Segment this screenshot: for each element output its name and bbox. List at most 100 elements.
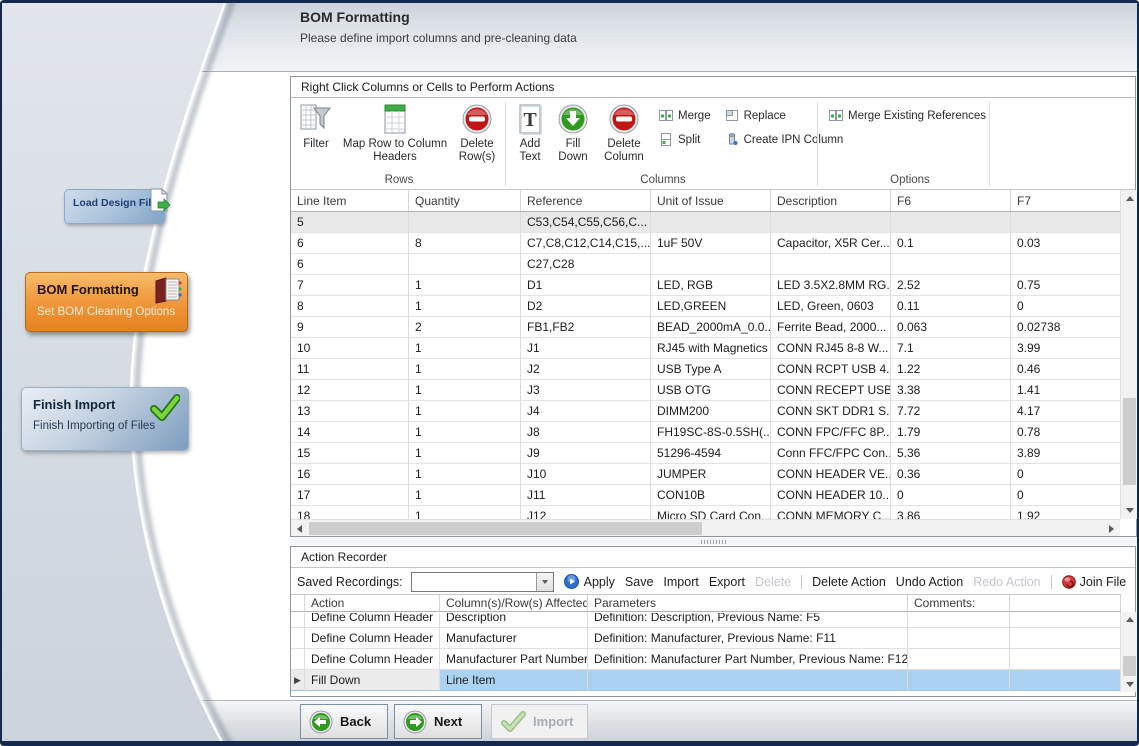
table-row[interactable]: 141J8FH19SC-8S-0.5SH(...CONN FPC/FFC 8P.… xyxy=(291,422,1121,443)
column-header[interactable]: Column(s)/Row(s) Affected xyxy=(440,595,588,611)
save-recording-button[interactable]: Save xyxy=(625,575,654,589)
action-cell[interactable] xyxy=(1010,649,1121,670)
grid-cell[interactable] xyxy=(409,254,521,275)
grid-cell[interactable]: 7 xyxy=(291,275,409,296)
join-file-button[interactable]: Join File xyxy=(1080,575,1127,589)
action-cell[interactable]: Description xyxy=(440,613,588,628)
grid-cell[interactable]: 1.41 xyxy=(1011,380,1121,401)
grid-cell[interactable]: 9 xyxy=(291,317,409,338)
grid-cell[interactable]: J12 xyxy=(521,506,651,519)
grid-cell[interactable]: 51296-4594 xyxy=(651,443,771,464)
grid-cell[interactable]: 0.46 xyxy=(1011,359,1121,380)
grid-cell[interactable]: USB OTG xyxy=(651,380,771,401)
grid-cell[interactable]: 4.17 xyxy=(1011,401,1121,422)
grid-cell[interactable] xyxy=(651,254,771,275)
grid-cell[interactable]: Micro SD Card Con... xyxy=(651,506,771,519)
action-cell[interactable]: Definition: Manufacturer, Previous Name:… xyxy=(588,628,908,649)
grid-cell[interactable]: 5 xyxy=(291,212,409,233)
table-row[interactable]: 6C27,C28 xyxy=(291,254,1121,275)
delete-rows-button[interactable]: Delete Row(s) xyxy=(454,103,500,164)
apply-button[interactable]: Apply xyxy=(584,575,615,589)
column-header[interactable]: Action xyxy=(305,595,440,611)
grid-cell[interactable]: 11 xyxy=(291,359,409,380)
table-row[interactable]: 171J11CON10BCONN HEADER 10...00 xyxy=(291,485,1121,506)
back-button[interactable]: Back xyxy=(300,704,388,739)
grid-cell[interactable]: 1 xyxy=(409,401,521,422)
delete-recording-button[interactable]: Delete xyxy=(755,575,791,589)
import-button[interactable]: Import xyxy=(491,704,588,739)
row-indicator[interactable] xyxy=(291,628,305,649)
grid-cell[interactable]: 7.72 xyxy=(891,401,1011,422)
grid-cell[interactable]: 2.52 xyxy=(891,275,1011,296)
action-cell[interactable]: Manufacturer Part Number xyxy=(440,649,588,670)
grid-cell[interactable]: 1 xyxy=(409,275,521,296)
grid-cell[interactable]: 1 xyxy=(409,296,521,317)
grid-cell[interactable]: J10 xyxy=(521,464,651,485)
grid-cell[interactable]: Capacitor, X5R Cer... xyxy=(771,233,891,254)
grid-cell[interactable] xyxy=(1011,212,1121,233)
grid-cell[interactable]: 0 xyxy=(891,485,1011,506)
grid-cell[interactable]: 13 xyxy=(291,401,409,422)
grid-cell[interactable]: 7.1 xyxy=(891,338,1011,359)
grid-cell[interactable]: 8 xyxy=(291,296,409,317)
grid-cell[interactable]: CONN RJ45 8-8 W... xyxy=(771,338,891,359)
table-row[interactable]: 71D1LED, RGBLED 3.5X2.8MM RG...2.520.75 xyxy=(291,275,1121,296)
row-indicator[interactable]: ▶ xyxy=(291,670,305,691)
grid-cell[interactable]: 0 xyxy=(1011,485,1121,506)
column-header[interactable]: Comments: xyxy=(908,595,1010,611)
action-cell[interactable] xyxy=(1010,628,1121,649)
grid-cell[interactable]: 1 xyxy=(409,338,521,359)
grid-cell[interactable]: 10 xyxy=(291,338,409,359)
grid-cell[interactable]: FH19SC-8S-0.5SH(... xyxy=(651,422,771,443)
grid-cell[interactable]: 1uF 50V xyxy=(651,233,771,254)
action-cell[interactable]: Fill Down xyxy=(305,670,440,691)
undo-action-button[interactable]: Undo Action xyxy=(896,575,963,589)
grid-cell[interactable] xyxy=(771,212,891,233)
grid-cell[interactable]: 0.36 xyxy=(891,464,1011,485)
grid-cell[interactable]: CONN HEADER VE... xyxy=(771,464,891,485)
action-cell[interactable] xyxy=(908,670,1010,691)
action-cell[interactable] xyxy=(908,613,1010,628)
grid-cell[interactable]: 1 xyxy=(409,359,521,380)
grid-cell[interactable]: 1.92 xyxy=(1011,506,1121,519)
table-row[interactable]: 131J4DIMM200CONN SKT DDR1 S...7.724.17 xyxy=(291,401,1121,422)
grid-cell[interactable]: J1 xyxy=(521,338,651,359)
grid-horizontal-scrollbar[interactable] xyxy=(291,519,1120,536)
grid-cell[interactable]: 6 xyxy=(291,233,409,254)
table-row[interactable]: 111J2USB Type ACONN RCPT USB 4...1.220.4… xyxy=(291,359,1121,380)
grid-cell[interactable]: 0.75 xyxy=(1011,275,1121,296)
split-button[interactable]: Split xyxy=(659,131,711,148)
action-cell[interactable] xyxy=(1010,613,1121,628)
add-text-button[interactable]: T Add Text xyxy=(513,103,547,164)
create-ipn-column-button[interactable]: Create IPN Column xyxy=(725,131,844,148)
sidebar-step-load-design-files[interactable]: Load Design Files xyxy=(64,189,165,224)
grid-cell[interactable]: 0.02738 xyxy=(1011,317,1121,338)
column-header[interactable]: Parameters xyxy=(588,595,908,611)
grid-cell[interactable]: CONN RCPT USB 4... xyxy=(771,359,891,380)
action-cell[interactable]: Manufacturer xyxy=(440,628,588,649)
grid-cell[interactable] xyxy=(891,212,1011,233)
grid-cell[interactable]: 0.11 xyxy=(891,296,1011,317)
grid-cell[interactable] xyxy=(409,212,521,233)
grid-cell[interactable]: C53,C54,C55,C56,C... xyxy=(521,212,651,233)
grid-cell[interactable]: JUMPER xyxy=(651,464,771,485)
grid-cell[interactable]: RJ45 with Magnetics xyxy=(651,338,771,359)
grid-cell[interactable] xyxy=(891,254,1011,275)
grid-cell[interactable]: J3 xyxy=(521,380,651,401)
grid-cell[interactable]: D2 xyxy=(521,296,651,317)
grid-cell[interactable]: 17 xyxy=(291,485,409,506)
grid-cell[interactable]: Conn FFC/FPC Con... xyxy=(771,443,891,464)
grid-cell[interactable]: 1.79 xyxy=(891,422,1011,443)
redo-action-button[interactable]: Redo Action xyxy=(973,575,1040,589)
grid-cell[interactable]: 1 xyxy=(409,380,521,401)
grid-cell[interactable]: 15 xyxy=(291,443,409,464)
import-recording-button[interactable]: Import xyxy=(663,575,698,589)
action-cell[interactable] xyxy=(908,628,1010,649)
grid-cell[interactable]: CONN SKT DDR1 S... xyxy=(771,401,891,422)
table-row[interactable]: 68C7,C8,C12,C14,C15,...1uF 50VCapacitor,… xyxy=(291,233,1121,254)
table-row[interactable]: 161J10JUMPERCONN HEADER VE...0.360 xyxy=(291,464,1121,485)
grid-cell[interactable]: BEAD_2000mA_0.0... xyxy=(651,317,771,338)
map-row-to-column-headers-button[interactable]: Map Row to Column Headers xyxy=(339,103,451,164)
grid-cell[interactable]: 0.03 xyxy=(1011,233,1121,254)
grid-cell[interactable]: 8 xyxy=(409,233,521,254)
